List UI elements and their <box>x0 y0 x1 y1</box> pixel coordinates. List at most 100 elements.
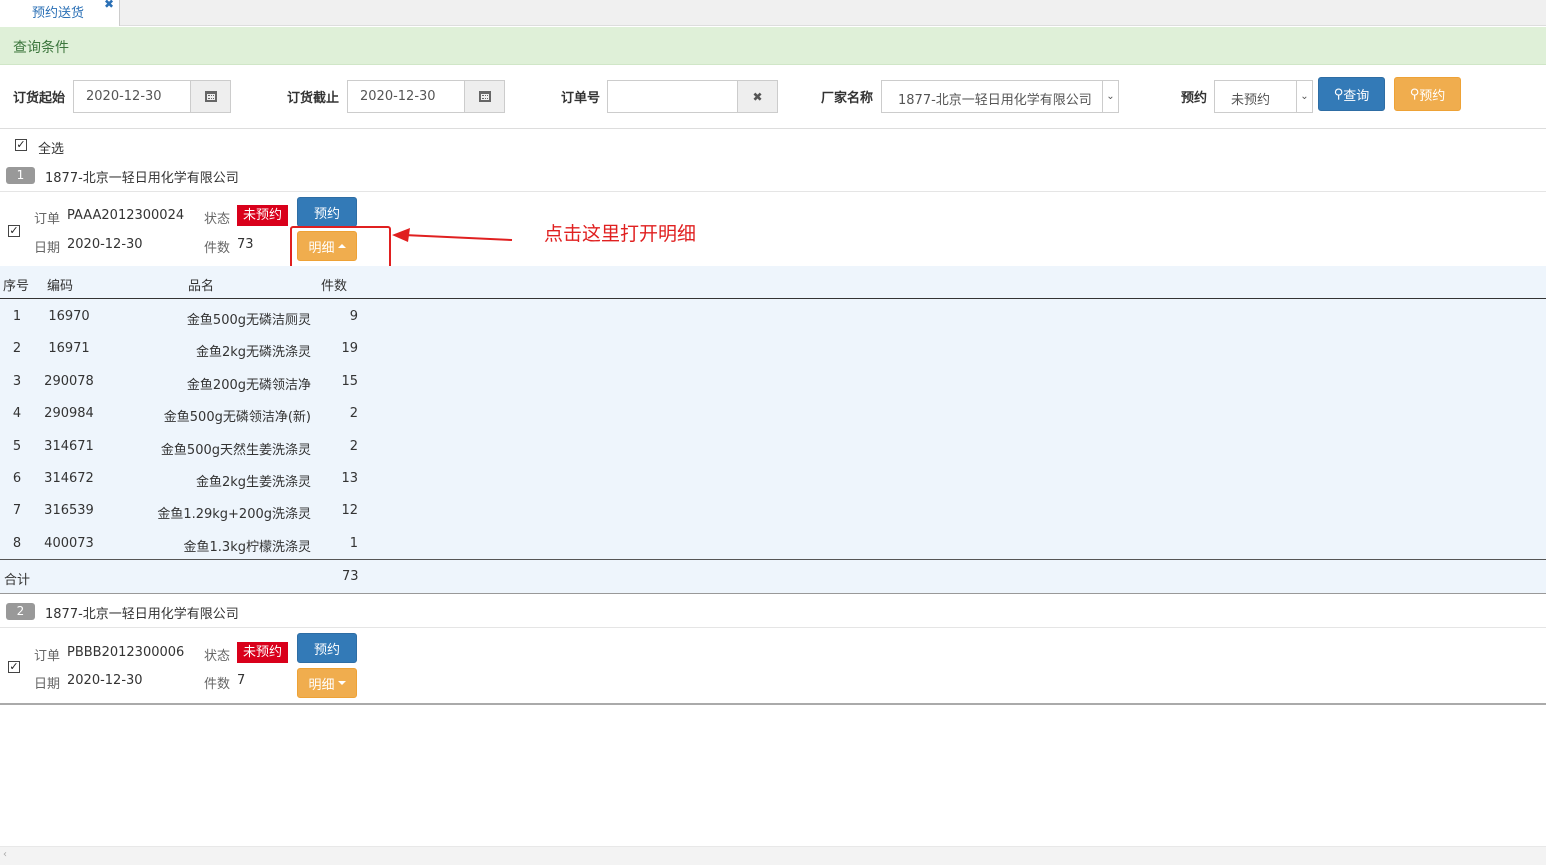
calendar-icon <box>204 91 217 102</box>
annotation-arrow-icon <box>392 228 513 242</box>
col-header-seq: 序号 <box>3 279 30 294</box>
end-date-label: 订货截止 <box>287 91 340 106</box>
row-seq: 3 <box>12 373 22 389</box>
row-qty: 1 <box>349 535 358 551</box>
row-qty: 15 <box>341 373 358 389</box>
order-no-field-label: 订单 <box>34 212 61 227</box>
group-vendor-name: 1877-北京一轻日用化学有限公司 <box>45 171 239 186</box>
row-code: 290078 <box>44 373 94 389</box>
end-date-calendar-button[interactable] <box>464 80 505 113</box>
row-code: 316539 <box>44 503 94 519</box>
row-qty: 2 <box>349 406 358 422</box>
order-no-input[interactable] <box>607 80 738 113</box>
row-qty: 2 <box>349 438 358 454</box>
qty-field-label: 件数 <box>204 677 231 692</box>
group-vendor-name: 1877-北京一轻日用化学有限公司 <box>45 607 239 622</box>
row-code: 314671 <box>44 438 94 454</box>
chevron-left-icon[interactable]: ‹ <box>3 849 7 860</box>
order-no-field-label: 订单 <box>34 649 61 664</box>
col-header-code: 编码 <box>47 279 74 294</box>
row-name: 金鱼500g无磷洁厕灵 <box>186 313 311 328</box>
row-code: 400073 <box>44 535 94 551</box>
order-no-value: PAAA2012300024 <box>67 208 185 223</box>
order-date-value: 2020-12-30 <box>67 673 143 688</box>
query-toolbar: 订货起始 2020-12-30 订货截止 2020-12-30 订单号 ✖ 厂家… <box>0 66 1546 129</box>
order-checkbox[interactable]: ✓ <box>8 225 20 237</box>
row-code: 16971 <box>48 341 90 357</box>
query-panel-title: 查询条件 <box>13 40 69 56</box>
total-divider <box>0 559 1546 560</box>
header-divider <box>0 298 1546 299</box>
row-qty: 19 <box>341 341 358 357</box>
start-date-input[interactable]: 2020-12-30 <box>73 80 191 113</box>
caret-down-icon <box>337 681 346 685</box>
date-field-label: 日期 <box>34 677 61 692</box>
total-label: 合计 <box>4 573 31 588</box>
order-qty-value: 73 <box>237 237 254 252</box>
order-no-label: 订单号 <box>561 91 601 106</box>
status-badge: 未预约 <box>237 642 289 663</box>
detail-button-label: 明细 <box>308 677 335 693</box>
row-name: 金鱼500g天然生姜洗涤灵 <box>160 442 311 458</box>
group-index-badge: 2 <box>6 603 35 620</box>
table-bottom-border <box>0 593 1546 594</box>
order-date-value: 2020-12-30 <box>67 237 143 252</box>
detail-table: 序号 编码 品名 件数 1 16970 金鱼500g无磷洁厕灵 9 2 16971 金鱼2k… <box>0 266 1546 594</box>
chevron-down-icon[interactable]: ⌄ <box>1102 80 1118 113</box>
group-bottom-border <box>0 703 1546 705</box>
row-qty: 13 <box>341 471 358 486</box>
row-seq: 6 <box>12 471 22 486</box>
reserve-button[interactable]: 预约 <box>297 633 357 663</box>
reserve-button-label: 预约 <box>313 642 340 658</box>
group-index-badge: 1 <box>6 167 35 184</box>
query-panel-header: 查询条件 <box>0 27 1546 65</box>
row-qty: 12 <box>341 503 358 519</box>
select-all-label: 全选 <box>38 142 65 157</box>
row-seq: 2 <box>12 341 22 357</box>
query-button[interactable]: ⚲ 查询 <box>1318 77 1385 111</box>
annotation-highlight-box <box>290 226 391 270</box>
qty-field-label: 件数 <box>204 241 231 256</box>
tab-bar: 预约送货 ✖ <box>0 0 1546 26</box>
clear-icon[interactable]: ✖ <box>737 80 778 113</box>
status-badge: 未预约 <box>237 205 289 226</box>
chevron-down-icon[interactable]: ⌄ <box>1296 80 1312 113</box>
row-code: 314672 <box>44 471 94 486</box>
reserve-button-label: 预约 <box>313 206 340 222</box>
select-all-checkbox[interactable]: ✓ <box>15 139 27 151</box>
order-qty-value: 7 <box>237 673 246 688</box>
row-code: 290984 <box>44 406 94 422</box>
row-qty: 9 <box>349 309 358 324</box>
status-field-label: 状态 <box>204 212 231 227</box>
row-name: 金鱼200g无磷领洁净 <box>186 377 311 393</box>
reserve-button[interactable]: 预约 <box>297 197 357 227</box>
row-name: 金鱼500g无磷领洁净(新) <box>163 410 311 426</box>
row-seq: 1 <box>12 309 22 324</box>
row-seq: 7 <box>12 503 22 519</box>
start-date-calendar-button[interactable] <box>190 80 231 113</box>
tab-reserve-delivery[interactable]: 预约送货 ✖ <box>0 0 120 26</box>
row-name: 金鱼1.29kg+200g洗涤灵 <box>157 507 311 523</box>
vendor-select[interactable]: 1877-北京一轻日用化学有限公司 <box>881 80 1119 113</box>
col-header-name: 品名 <box>188 279 215 294</box>
search-icon: ⚲ <box>1409 86 1420 102</box>
annotation-text: 点击这里打开明细 <box>544 223 697 245</box>
row-name: 金鱼2kg无磷洗涤灵 <box>195 345 311 361</box>
calendar-icon <box>478 91 491 102</box>
date-field-label: 日期 <box>34 241 61 256</box>
total-qty: 73 <box>342 569 359 584</box>
status-field-label: 状态 <box>204 649 231 664</box>
close-icon[interactable]: ✖ <box>104 0 114 11</box>
horizontal-scrollbar[interactable]: ‹ <box>0 846 1546 865</box>
row-code: 16970 <box>48 309 90 324</box>
batch-reserve-button-label: 预约 <box>1419 88 1446 104</box>
divider <box>0 627 1546 628</box>
batch-reserve-button[interactable]: ⚲ 预约 <box>1394 77 1461 111</box>
end-date-input[interactable]: 2020-12-30 <box>347 80 465 113</box>
order-no-value: PBBB2012300006 <box>67 645 185 660</box>
start-date-label: 订货起始 <box>13 91 66 106</box>
col-header-qty: 件数 <box>321 279 348 294</box>
order-checkbox[interactable]: ✓ <box>8 661 20 673</box>
row-seq: 5 <box>12 438 22 454</box>
detail-toggle-button[interactable]: 明细 <box>297 668 357 698</box>
